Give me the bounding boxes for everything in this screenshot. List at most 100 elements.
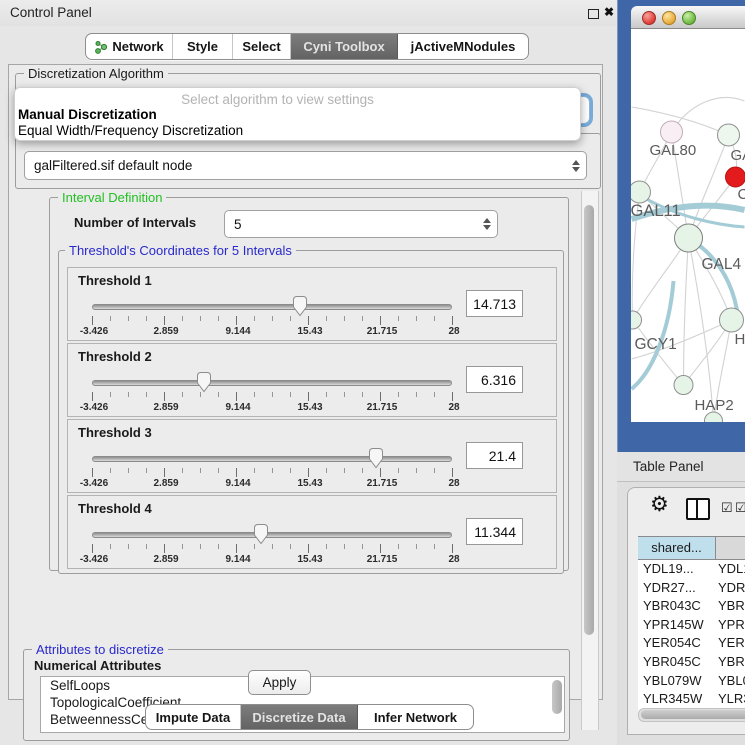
table-horizontal-scrollbar-thumb[interactable] (641, 710, 745, 719)
slider-thumb[interactable] (196, 371, 212, 393)
table-panel-body: ⚙ ☑ ☑ shared... na YDL19...YDL1 YDR27...… (617, 482, 745, 745)
tab-network[interactable]: Network (86, 34, 173, 59)
slider-track[interactable] (92, 532, 452, 538)
application-window: Control Panel ✖ Network Style Select Cyn… (0, 0, 745, 745)
threshold-value-field[interactable] (466, 366, 523, 393)
checkbox-icon[interactable]: ☑ (735, 500, 745, 516)
table-row[interactable]: YBL079WYBL0 (638, 672, 745, 691)
attributes-group-title: Attributes to discretize (32, 642, 168, 657)
slider-track[interactable] (92, 304, 452, 310)
numerical-attributes-label: Numerical Attributes (34, 658, 161, 673)
dropdown-option-manual[interactable]: Manual Discretization (18, 107, 157, 122)
tab-impute-data[interactable]: Impute Data (146, 705, 241, 729)
apply-button[interactable]: Apply (248, 670, 311, 695)
slider-track[interactable] (92, 380, 452, 386)
slider-major-ticks (92, 544, 454, 553)
table-horizontal-scrollbar[interactable] (638, 708, 745, 722)
node-label-gal4: GAL4 (702, 256, 742, 273)
table-panel-inner: ⚙ ☑ ☑ shared... na YDL19...YDL1 YDR27...… (627, 487, 745, 735)
float-window-icon[interactable] (588, 9, 599, 19)
table-row[interactable]: YDL19...YDL1 (638, 560, 745, 579)
node-label-gal11: GAL11 (631, 202, 681, 220)
node-top-right[interactable] (718, 124, 740, 146)
table-row[interactable]: YPR145WYPR1 (638, 616, 745, 635)
threshold-panel: Threshold 3 -3.426 2.859 9.144 15.43 21.… (67, 419, 557, 493)
tab-jactivemnodules[interactable]: jActiveMNodules (398, 34, 528, 59)
node-label-hap2: HAP2 (695, 397, 734, 414)
bottom-tabbar: Impute Data Discretize Data Infer Networ… (145, 704, 474, 730)
combo-stepper-icon[interactable] (566, 160, 586, 172)
column-header-shared[interactable]: shared... (638, 537, 716, 559)
num-intervals-label: Number of Intervals (74, 215, 196, 230)
algorithm-group-title: Discretization Algorithm (24, 66, 168, 81)
num-intervals-combobox[interactable]: 5 (224, 210, 498, 238)
threshold-value-field[interactable] (466, 442, 523, 469)
table-row[interactable]: YLR345WYLR3 (638, 690, 745, 709)
dropdown-placeholder: Select algorithm to view settings (15, 92, 540, 107)
settings-scrollbar[interactable] (581, 191, 599, 730)
node-gal4[interactable] (675, 224, 703, 252)
node-table: shared... na YDL19...YDL1 YDR27...YDR2 Y… (638, 536, 745, 718)
network-graph: GAL80 GA C GAL11 GAL4 GCY1 H HAP2 (631, 29, 745, 422)
minimize-traffic-light-icon[interactable] (662, 11, 676, 25)
slider-major-ticks (92, 316, 454, 325)
list-scrollbar-thumb[interactable] (552, 680, 562, 714)
slider-major-ticks (92, 468, 454, 477)
combo-stepper-icon[interactable] (477, 218, 497, 230)
gear-icon[interactable]: ⚙ (650, 492, 669, 517)
table-data-group: Table Data galFiltered.sif default node (15, 133, 601, 189)
tab-discretize-data[interactable]: Discretize Data (241, 705, 358, 729)
slider-thumb[interactable] (292, 295, 308, 317)
thresholds-group-title: Threshold's Coordinates for 5 Intervals (65, 243, 296, 258)
network-canvas[interactable]: GAL80 GA C GAL11 GAL4 GCY1 H HAP2 (631, 29, 745, 422)
node-hap2[interactable] (674, 376, 693, 395)
tab-select[interactable]: Select (233, 34, 291, 59)
threshold-panel: Threshold 2 -3.426 2.859 9.144 15.43 21.… (67, 343, 557, 417)
tab-cyni-toolbox[interactable]: Cyni Toolbox (291, 34, 398, 59)
interval-definition-group: Interval Definition Number of Intervals … (49, 197, 569, 571)
table-row[interactable]: YDR27...YDR2 (638, 579, 745, 598)
settings-scroll-area: Interval Definition Number of Intervals … (15, 191, 598, 730)
node-label-h: H (735, 331, 745, 348)
slider-major-ticks (92, 392, 454, 401)
table-row[interactable]: YER054CYER0 (638, 634, 745, 653)
threshold-value-field[interactable] (466, 518, 523, 545)
slider-thumb[interactable] (253, 523, 269, 545)
slider-track[interactable] (92, 456, 452, 462)
threshold-panel: Threshold 1 -3.426 2.859 9.144 15.43 21.… (67, 267, 557, 341)
slider-thumb[interactable] (368, 447, 384, 469)
zoom-traffic-light-icon[interactable] (682, 11, 696, 25)
split-columns-icon[interactable] (686, 498, 710, 520)
threshold-panel: Threshold 4 -3.426 2.859 9.144 15.43 21.… (67, 495, 557, 569)
checkbox-icon[interactable]: ☑ (721, 500, 733, 516)
settings-scrollbar-thumb[interactable] (584, 205, 594, 635)
tab-infer-network[interactable]: Infer Network (358, 705, 473, 729)
algorithm-dropdown-popup: Select algorithm to view settings Manual… (14, 87, 581, 141)
node-label-gal80: GAL80 (650, 142, 697, 159)
dropdown-option-equal-width[interactable]: Equal Width/Frequency Discretization (18, 123, 243, 138)
control-panel-titlebar: Control Panel ✖ (0, 0, 617, 26)
node-gal11[interactable] (631, 181, 651, 203)
node-label-c: C (738, 186, 745, 203)
table-panel-title: Table Panel (633, 459, 704, 474)
node-gal80[interactable] (661, 121, 683, 143)
threshold-value-field[interactable] (466, 290, 523, 317)
column-header-name[interactable]: na (716, 537, 745, 559)
network-window-titlebar[interactable] (631, 6, 745, 29)
table-header-row: shared... na (638, 536, 745, 560)
node-h[interactable] (720, 308, 744, 332)
control-panel-title: Control Panel (10, 5, 92, 20)
thresholds-group: Threshold's Coordinates for 5 Intervals … (58, 250, 564, 574)
cyni-toolbox-panel: Discretization Algorithm Select algorith… (8, 64, 603, 700)
table-row[interactable]: YBR043CYBR0 (638, 597, 745, 616)
interval-definition-title: Interval Definition (58, 190, 166, 205)
table-data-combobox[interactable]: galFiltered.sif default node (24, 151, 587, 180)
close-icon[interactable]: ✖ (604, 5, 614, 19)
node-label-gcy1: GCY1 (635, 336, 677, 353)
table-row[interactable]: YBR045CYBR0 (638, 653, 745, 672)
node-red-selected[interactable] (726, 167, 745, 187)
table-panel-header: Table Panel (617, 452, 745, 482)
close-traffic-light-icon[interactable] (642, 11, 656, 25)
tab-style[interactable]: Style (173, 34, 233, 59)
node-gcy1[interactable] (631, 311, 642, 329)
